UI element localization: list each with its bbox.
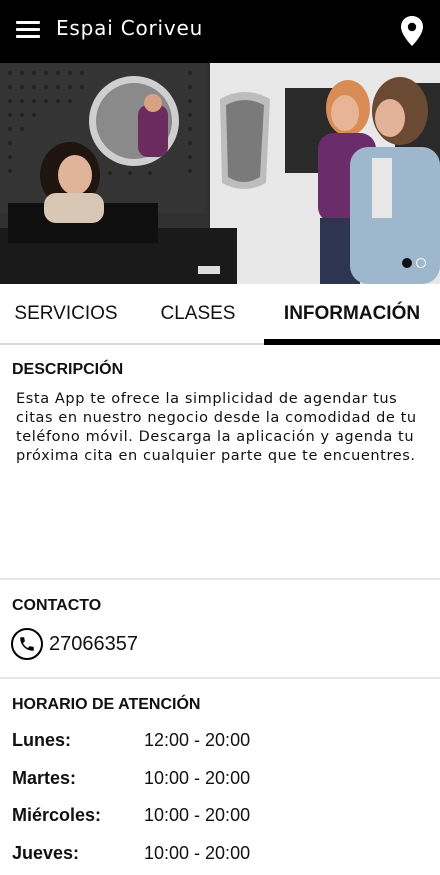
carousel-indicator (402, 258, 426, 268)
schedule-hours: 12:00 - 20:00 (144, 730, 251, 750)
carousel-dot-active[interactable] (402, 258, 412, 268)
tab-servicios[interactable]: SERVICIOS (0, 284, 132, 343)
app-bar: Espai Coriveu (0, 0, 440, 63)
schedule-list: Lunes: 12:00 - 20:00 Martes: 10:00 - 20:… (12, 730, 432, 875)
schedule-row: Lunes: 12:00 - 20:00 (12, 730, 432, 768)
schedule-day: Miércoles: (12, 805, 102, 825)
description-title: DESCRIPCIÓN (12, 361, 124, 378)
tab-bar: SERVICIOS CLASES INFORMACIÓN (0, 284, 440, 345)
schedule-hours: 10:00 - 20:00 (144, 842, 251, 863)
schedule-day: Lunes: (12, 730, 72, 750)
schedule-row: Martes: 10:00 - 20:00 (12, 768, 432, 806)
schedule-row: Miércoles: 10:00 - 20:00 (12, 805, 432, 843)
hamburger-menu-icon[interactable] (15, 18, 41, 40)
carousel-dot[interactable] (416, 258, 426, 268)
app-title: Espai Coriveu (56, 16, 204, 40)
schedule-hours: 10:00 - 20:00 (144, 767, 251, 788)
contact-title: CONTACTO (12, 597, 102, 614)
hero-carousel[interactable] (0, 63, 440, 284)
schedule-row: Jueves: 10:00 - 20:00 (12, 843, 432, 875)
schedule-title: HORARIO DE ATENCIÓN (12, 696, 201, 713)
description-text: Esta App te ofrece la simplicidad de age… (16, 391, 417, 464)
tab-clases[interactable]: CLASES (132, 284, 264, 343)
section-divider (0, 677, 440, 679)
schedule-hours: 10:00 - 20:00 (144, 805, 251, 825)
schedule-day: Martes: (12, 767, 77, 788)
location-pin-icon[interactable] (400, 15, 424, 47)
hero-photo (0, 63, 440, 284)
tab-informacion[interactable]: INFORMACIÓN (264, 284, 440, 345)
phone-contact[interactable]: 27066357 (11, 627, 138, 661)
section-divider (0, 578, 440, 580)
phone-number: 27066357 (49, 632, 138, 655)
phone-icon (11, 628, 43, 660)
schedule-day: Jueves: (12, 842, 80, 863)
